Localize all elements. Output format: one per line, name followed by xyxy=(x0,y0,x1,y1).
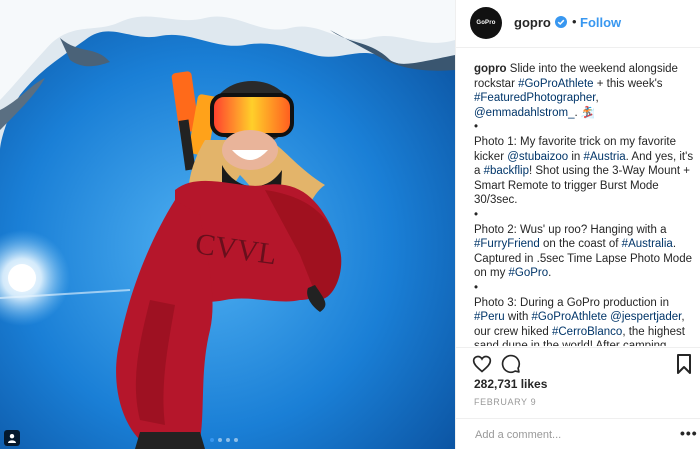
avatar[interactable]: GoPro xyxy=(470,7,502,39)
heart-icon[interactable] xyxy=(472,354,492,374)
caption-text: + this week's xyxy=(593,77,663,90)
user-tag-icon[interactable] xyxy=(4,430,20,446)
post-date: FEBRUARY 9 xyxy=(474,397,537,407)
comment-icon[interactable] xyxy=(501,354,521,374)
more-options-icon[interactable]: ••• xyxy=(680,425,698,441)
caption-photo1: Photo 1: My favorite trick on my favorit… xyxy=(474,135,694,208)
comment-input[interactable] xyxy=(473,426,667,444)
caption-link[interactable]: #Australia xyxy=(622,238,673,250)
action-bar xyxy=(456,347,700,375)
like-count[interactable]: 282,731 likes xyxy=(474,377,547,391)
caption-link[interactable]: #backflip xyxy=(484,165,529,177)
caption-photo2: Photo 2: Wus' up roo? Hanging with a #Fu… xyxy=(474,223,694,281)
caption-link[interactable]: #CerroBlanco xyxy=(552,326,622,338)
caption-text: , xyxy=(595,92,599,105)
carousel-indicator xyxy=(210,438,238,442)
caption-link[interactable]: @jespertjader xyxy=(610,311,681,323)
follow-button[interactable]: Follow xyxy=(580,15,621,30)
bookmark-icon[interactable] xyxy=(676,354,692,374)
post-photo[interactable]: CVVL xyxy=(0,0,455,449)
post-header: GoPro gopro • Follow xyxy=(456,0,700,48)
caption-bullet: • xyxy=(474,208,479,221)
post-sidebar: GoPro gopro • Follow gopro Slide into th… xyxy=(455,0,700,449)
username[interactable]: gopro xyxy=(514,15,551,30)
carousel-dot[interactable] xyxy=(210,438,214,442)
caption-link[interactable]: @stubaizoo xyxy=(507,151,568,163)
caption-text: Photo 2: Wus' up roo? Hanging with a xyxy=(474,223,667,236)
carousel-dot[interactable] xyxy=(234,438,238,442)
caption-text: . xyxy=(548,267,552,280)
post-caption: gopro Slide into the weekend alongside r… xyxy=(474,62,694,346)
caption-link[interactable]: @emmadahlstrom_ xyxy=(474,107,575,119)
header-separator: • xyxy=(572,14,577,29)
caption-text: with xyxy=(504,311,532,324)
caption-bullet: • xyxy=(474,281,479,294)
carousel-dot[interactable] xyxy=(218,438,222,442)
caption-link[interactable]: #Peru xyxy=(474,311,505,323)
carousel-dot[interactable] xyxy=(226,438,230,442)
verified-badge-icon xyxy=(555,16,567,28)
caption-text: . 🏂 xyxy=(574,106,596,119)
caption-bullet: • xyxy=(474,121,479,134)
caption-link[interactable]: #FeaturedPhotographer xyxy=(474,92,595,104)
caption-text: in xyxy=(568,150,584,163)
caption-link[interactable]: #GoPro xyxy=(509,267,549,279)
caption-link[interactable]: #GoProAthlete xyxy=(518,78,593,90)
ski-backflip-photo: CVVL xyxy=(0,0,455,449)
caption-text: Photo 3: During a GoPro production in xyxy=(474,296,669,309)
comment-box: ••• xyxy=(456,418,700,449)
caption-link[interactable]: #Austria xyxy=(583,151,625,163)
avatar-logo-text: GoPro xyxy=(476,20,496,26)
caption-link[interactable]: #FurryFriend xyxy=(474,238,540,250)
caption-intro: gopro Slide into the weekend alongside r… xyxy=(474,62,694,120)
instagram-post: CVVL GoPro gopro • Follow gopro Slide in… xyxy=(0,0,700,449)
caption-username[interactable]: gopro xyxy=(474,63,507,75)
caption-text: on the coast of xyxy=(539,238,622,251)
caption-link[interactable]: #GoProAthlete xyxy=(532,311,607,323)
caption-photo3: Photo 3: During a GoPro production in #P… xyxy=(474,296,694,347)
